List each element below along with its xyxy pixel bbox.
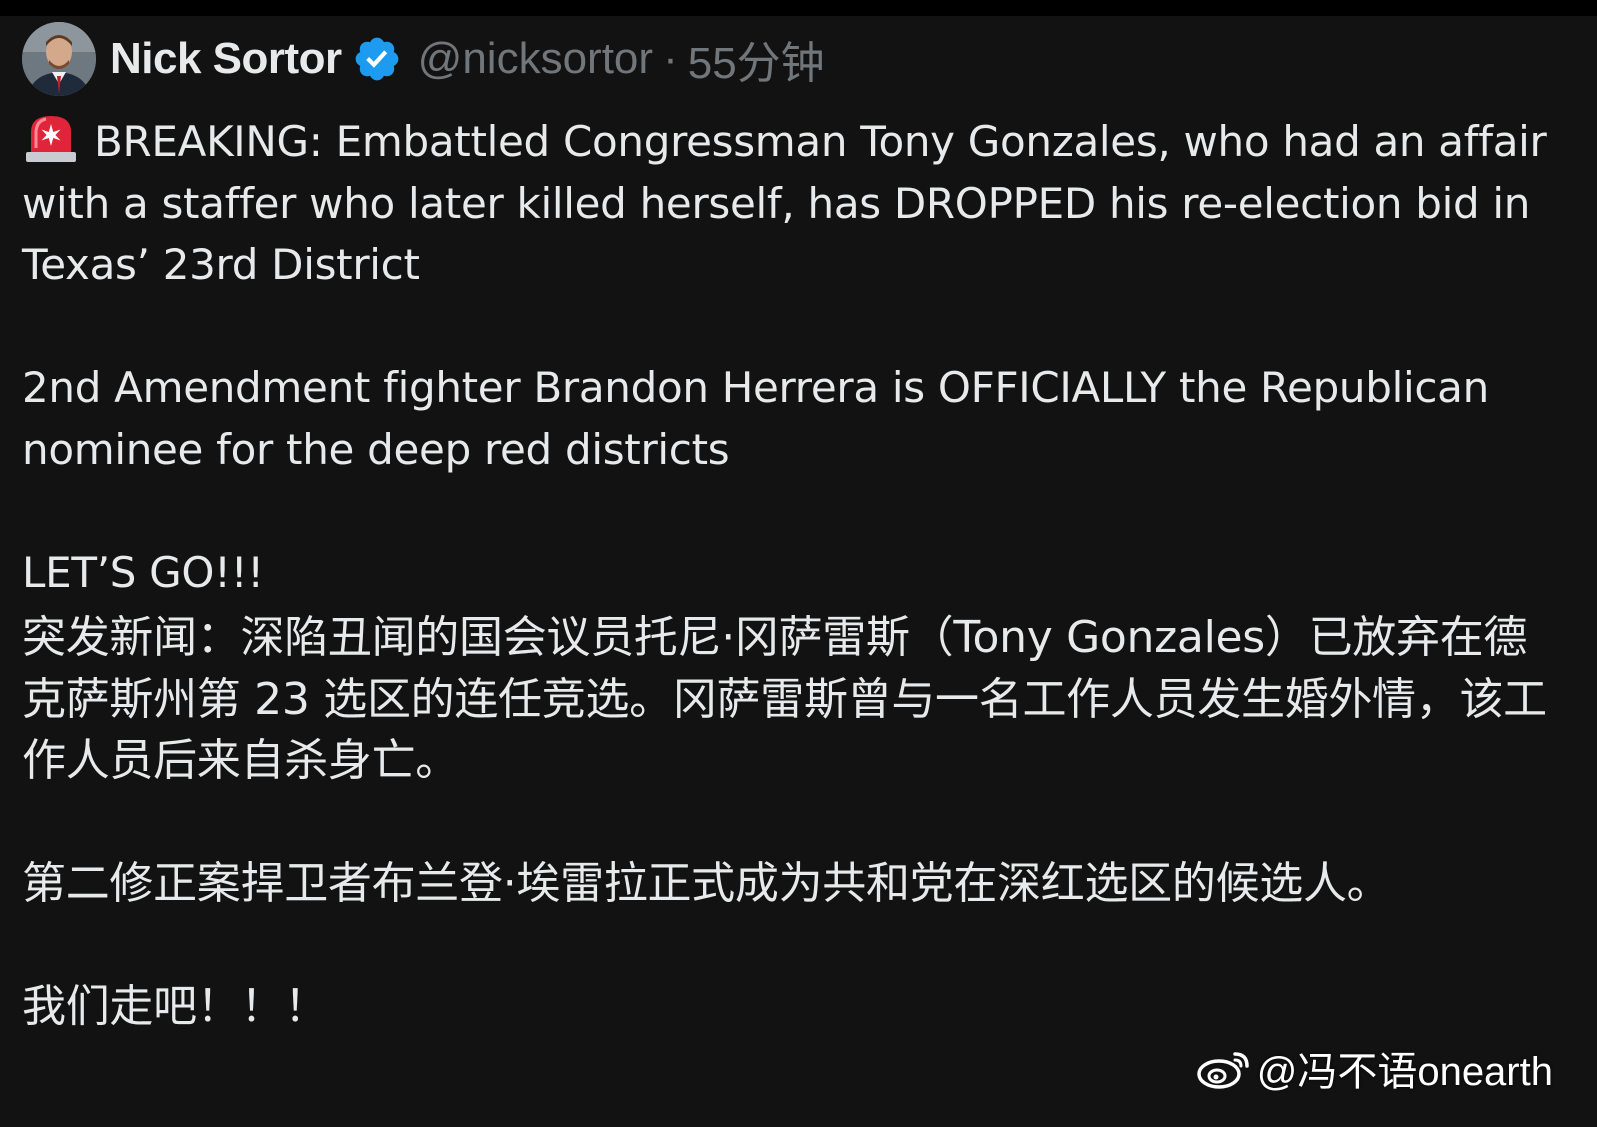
post-timestamp[interactable]: 55分钟 — [688, 27, 825, 91]
post-body: BREAKING: Embattled Congressman Tony Gon… — [22, 108, 1562, 1038]
translation-paragraph-nominee: 第二修正案捍卫者布兰登·埃雷拉正式成为共和党在深红选区的候选人。 — [22, 858, 1391, 909]
paragraph-breaking-text: BREAKING: Embattled Congressman Tony Gon… — [22, 117, 1547, 289]
watermark-text: @冯不语onearth — [1256, 1050, 1553, 1094]
verified-badge-icon — [352, 34, 402, 84]
paragraph-breaking: BREAKING: Embattled Congressman Tony Gon… — [22, 108, 1562, 296]
separator-dot: · — [663, 34, 678, 83]
weibo-logo-icon — [1196, 1052, 1249, 1089]
avatar-photo-icon — [22, 22, 96, 96]
author-name[interactable]: Nick Sortor — [110, 34, 342, 84]
police-siren-icon — [22, 108, 80, 164]
translation-paragraph-breaking: 突发新闻：深陷丑闻的国会议员托尼·冈萨雷斯（Tony Gonzales）已放弃在… — [22, 612, 1547, 786]
translation-paragraph-lets-go: 我们走吧！！！ — [22, 981, 328, 1032]
post-header: Nick Sortor @nicksortor · 55分钟 — [22, 22, 825, 96]
paragraph-nominee: 2nd Amendment fighter Brandon Herrera is… — [22, 363, 1489, 474]
avatar[interactable] — [22, 22, 96, 96]
paragraph-lets-go: LET’S GO!!! — [22, 547, 264, 597]
top-edge-strip — [0, 0, 1597, 16]
author-handle[interactable]: @nicksortor — [418, 34, 653, 84]
watermark: @冯不语onearth — [1196, 1039, 1553, 1097]
